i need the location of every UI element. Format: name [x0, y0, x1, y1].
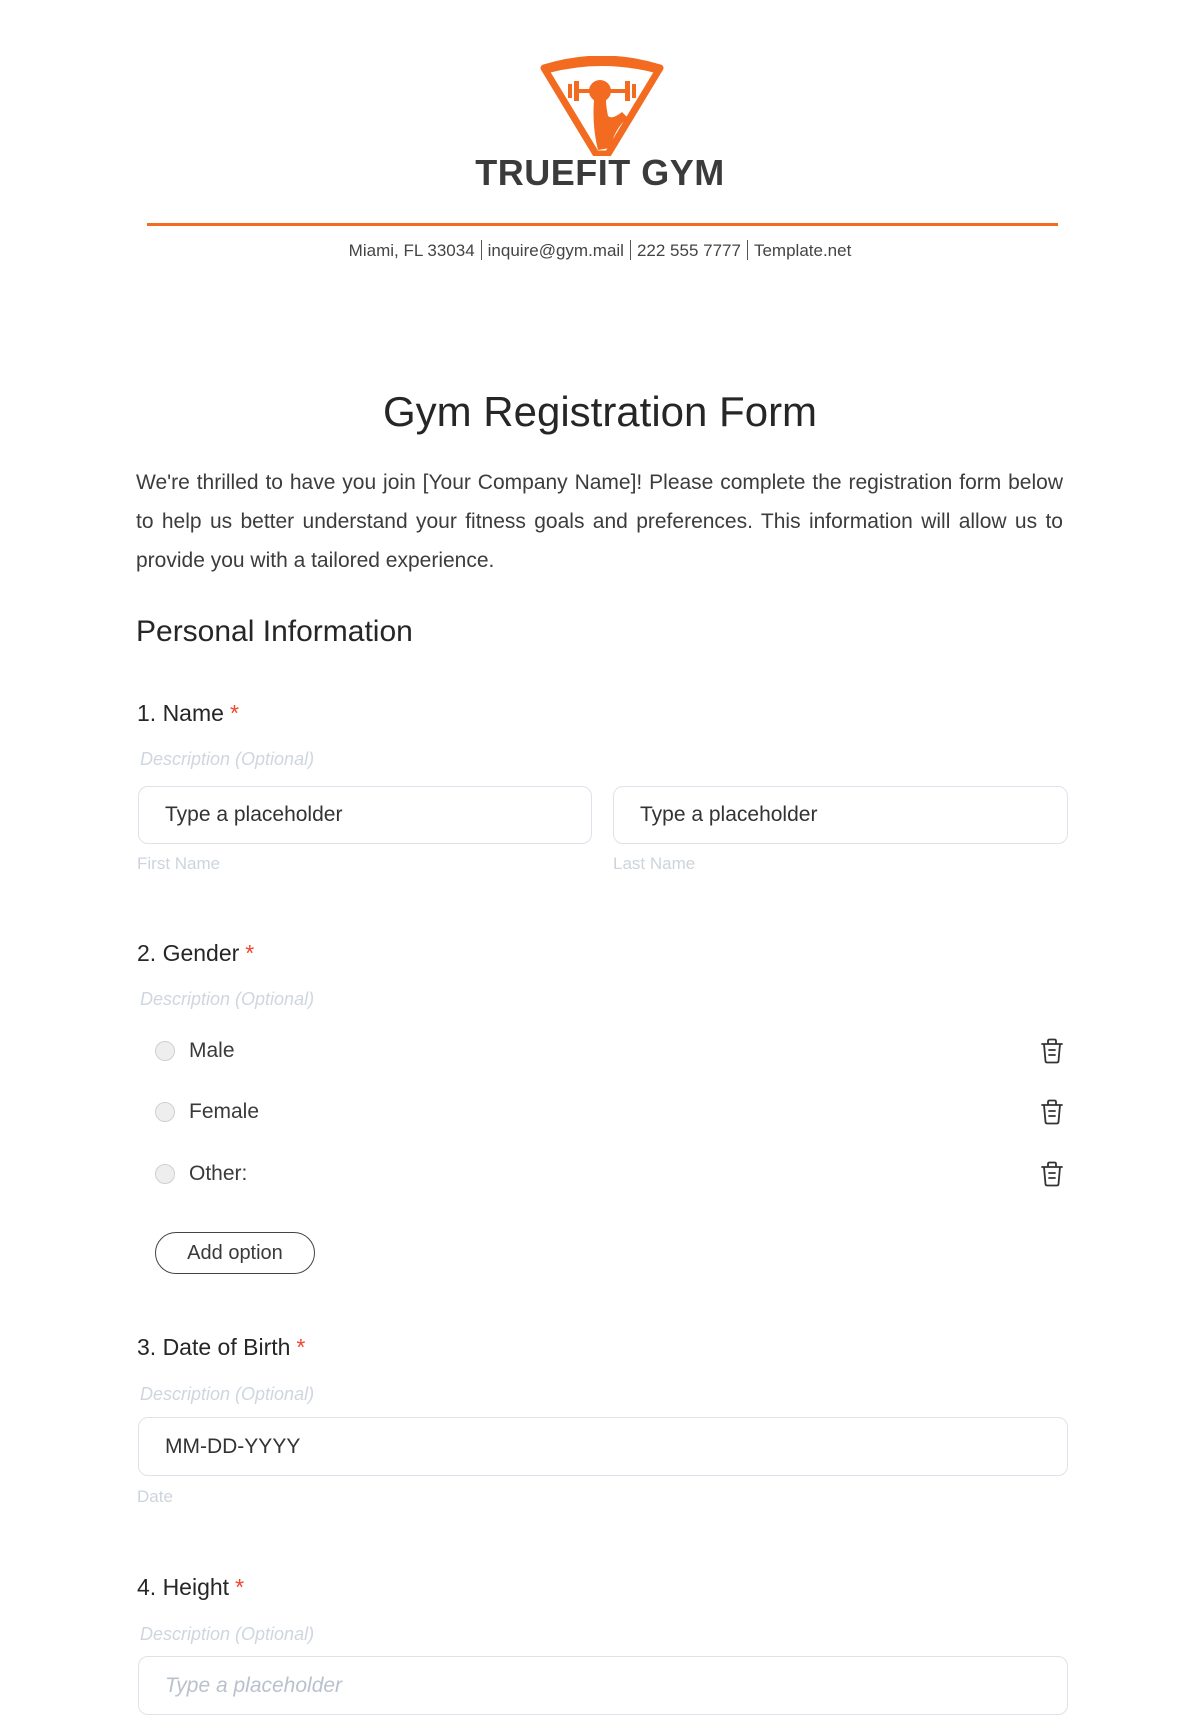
- question-label-text: 2. Gender: [137, 940, 240, 966]
- truefit-logo-icon: [540, 56, 664, 156]
- question-gender-label: 2. Gender *: [137, 940, 254, 967]
- question-height-label: 4. Height *: [137, 1574, 244, 1601]
- first-name-input[interactable]: Type a placeholder: [138, 786, 592, 844]
- question-label-text: 3. Date of Birth: [137, 1334, 291, 1360]
- date-sublabel: Date: [137, 1487, 173, 1506]
- section-heading: Personal Information: [136, 615, 413, 648]
- required-asterisk: *: [229, 700, 239, 726]
- height-input[interactable]: Type a placeholder: [138, 1656, 1068, 1715]
- gender-option-other[interactable]: Other:: [155, 1154, 1065, 1194]
- trash-icon[interactable]: [1039, 1098, 1065, 1126]
- contact-website: Template.net: [753, 241, 852, 260]
- radio-button[interactable]: [155, 1164, 175, 1184]
- contact-phone: 222 555 7777: [636, 241, 741, 260]
- option-label: Other:: [189, 1162, 248, 1185]
- question-label-text: 4. Height: [137, 1574, 230, 1600]
- form-title: Gym Registration Form: [382, 388, 818, 435]
- last-name-input[interactable]: Type a placeholder: [613, 786, 1068, 844]
- add-option-button[interactable]: Add option: [155, 1232, 315, 1274]
- question-dob-label: 3. Date of Birth *: [137, 1334, 305, 1361]
- radio-button[interactable]: [155, 1041, 175, 1061]
- option-label: Male: [189, 1039, 235, 1062]
- question-description[interactable]: Description (Optional): [140, 749, 314, 770]
- header-divider: [147, 223, 1058, 226]
- option-label: Female: [189, 1100, 260, 1123]
- last-name-sublabel: Last Name: [613, 854, 696, 873]
- date-of-birth-input[interactable]: MM-DD-YYYY: [138, 1417, 1068, 1476]
- question-name-label: 1. Name *: [137, 700, 239, 727]
- contact-address: Miami, FL 33034: [348, 241, 475, 260]
- form-intro: We're thrilled to have you join [Your Co…: [136, 471, 1063, 572]
- trash-icon[interactable]: [1039, 1037, 1065, 1065]
- question-label-text: 1. Name: [137, 700, 224, 726]
- question-description[interactable]: Description (Optional): [140, 1624, 314, 1645]
- contact-email: inquire@gym.mail: [487, 241, 624, 260]
- gender-option-female[interactable]: Female: [155, 1092, 1065, 1132]
- first-name-sublabel: First Name: [137, 854, 221, 873]
- question-description[interactable]: Description (Optional): [140, 989, 314, 1010]
- contact-line: Miami, FL 33034 inquire@gym.mail 222 555 7…: [0, 240, 1200, 261]
- divider: [480, 240, 482, 260]
- divider: [629, 240, 631, 260]
- brand-name: TRUEFIT GYM: [475, 152, 725, 193]
- question-description[interactable]: Description (Optional): [140, 1384, 314, 1405]
- required-asterisk: *: [235, 1574, 245, 1600]
- divider: [746, 240, 748, 260]
- radio-button[interactable]: [155, 1102, 175, 1122]
- required-asterisk: *: [296, 1334, 306, 1360]
- required-asterisk: *: [245, 940, 255, 966]
- trash-icon[interactable]: [1039, 1160, 1065, 1188]
- gender-option-male[interactable]: Male: [155, 1031, 1065, 1071]
